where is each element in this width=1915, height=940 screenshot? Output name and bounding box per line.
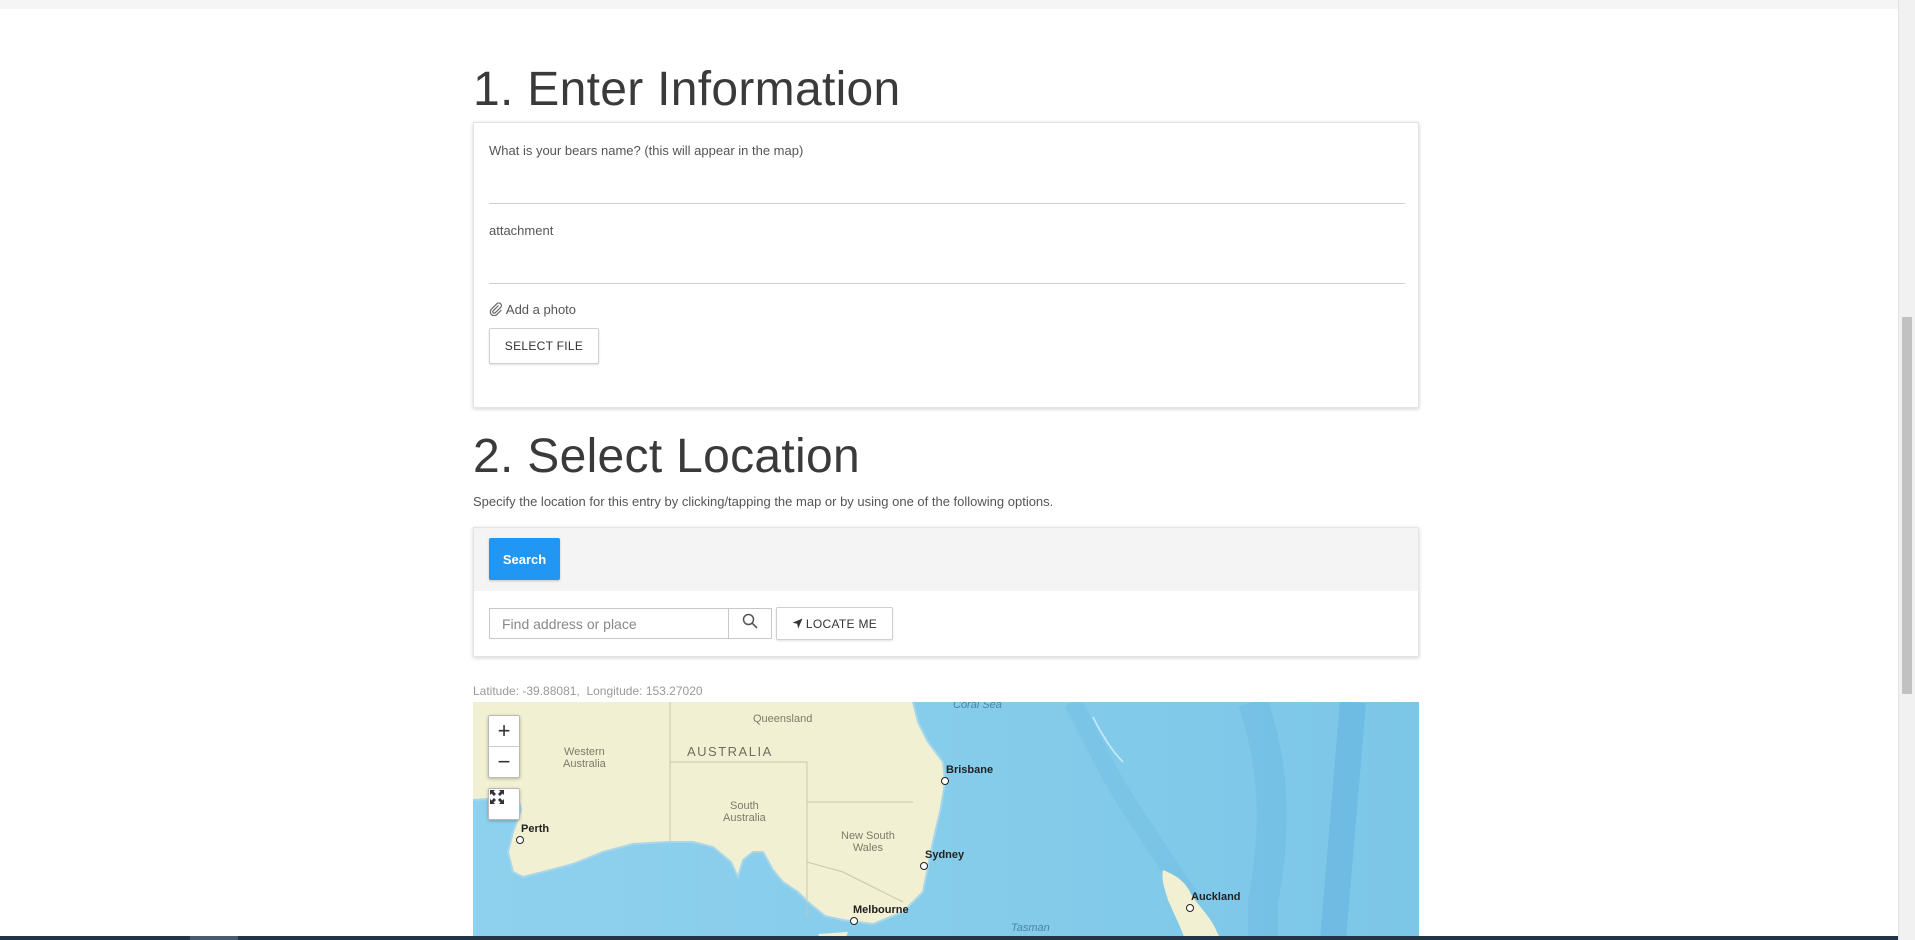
bear-name-input[interactable] (489, 163, 1405, 203)
paperclip-icon (489, 302, 503, 319)
zoom-in-button[interactable]: + (489, 716, 519, 746)
bottom-taskbar-strip (0, 936, 1898, 940)
city-marker-auckland (1186, 904, 1194, 912)
city-label-sydney: Sydney (925, 849, 965, 861)
search-tab-button[interactable]: Search (489, 538, 560, 580)
longitude-text: Longitude: 153.27020 (586, 684, 703, 698)
bear-name-underline (489, 203, 1405, 204)
select-file-button[interactable]: SELECT FILE (489, 328, 599, 364)
city-marker-perth (516, 836, 524, 844)
city-label-perth: Perth (521, 823, 550, 835)
scrollbar-thumb[interactable] (1902, 317, 1912, 694)
city-marker-melbourne (850, 917, 858, 925)
locate-me-button[interactable]: LOCATE ME (776, 607, 893, 640)
city-marker-sydney (920, 862, 928, 870)
search-icon (742, 613, 758, 634)
city-marker-brisbane (941, 777, 949, 785)
section-title-enter-information: 1. Enter Information (473, 63, 901, 116)
search-card-header: Search (474, 528, 1418, 591)
attachment-underline (489, 283, 1405, 284)
sea-label-coral-sea: Coral Sea (953, 702, 1002, 711)
top-bar (0, 0, 1898, 9)
search-button[interactable] (728, 608, 772, 639)
search-card: Search LOCATE ME (473, 527, 1419, 657)
sea-label-tasman: Tasman (1011, 922, 1050, 934)
coordinates-readout: Latitude: -39.88081, Longitude: 153.2702… (473, 684, 703, 698)
information-card: What is your bears name? (this will appe… (473, 122, 1419, 408)
add-photo-label: Add a photo (505, 302, 577, 317)
zoom-controls: + − (488, 715, 520, 778)
search-input[interactable] (489, 608, 728, 639)
region-label-south-australia: South Australia (723, 800, 766, 824)
city-label-brisbane: Brisbane (946, 764, 994, 776)
city-label-auckland: Auckland (1191, 891, 1241, 903)
country-label-australia: AUSTRALIA (687, 744, 773, 759)
region-label-queensland: Queensland (753, 713, 813, 725)
locate-arrow-icon (792, 618, 803, 629)
add-photo-row: Add a photo (489, 302, 576, 319)
vertical-scrollbar[interactable] (1898, 0, 1915, 940)
city-label-melbourne: Melbourne (853, 904, 909, 916)
locate-me-label: LOCATE ME (805, 616, 878, 631)
latitude-text: Latitude: -39.88081, (473, 684, 580, 698)
bear-name-label: What is your bears name? (this will appe… (489, 143, 804, 158)
map-view[interactable]: Western Australia AUSTRALIA Queensland So… (473, 702, 1419, 940)
section-title-select-location: 2. Select Location (473, 430, 860, 483)
attachment-label: attachment (489, 223, 554, 238)
zoom-out-button[interactable]: − (489, 746, 519, 777)
attachment-input[interactable] (489, 243, 1405, 283)
location-description: Specify the location for this entry by c… (473, 494, 1054, 509)
map-basemap (473, 702, 1419, 940)
region-label-western-australia: Western Australia (563, 746, 606, 770)
region-label-new-south-wales: New South Wales (841, 830, 895, 854)
fullscreen-button[interactable] (488, 788, 520, 820)
